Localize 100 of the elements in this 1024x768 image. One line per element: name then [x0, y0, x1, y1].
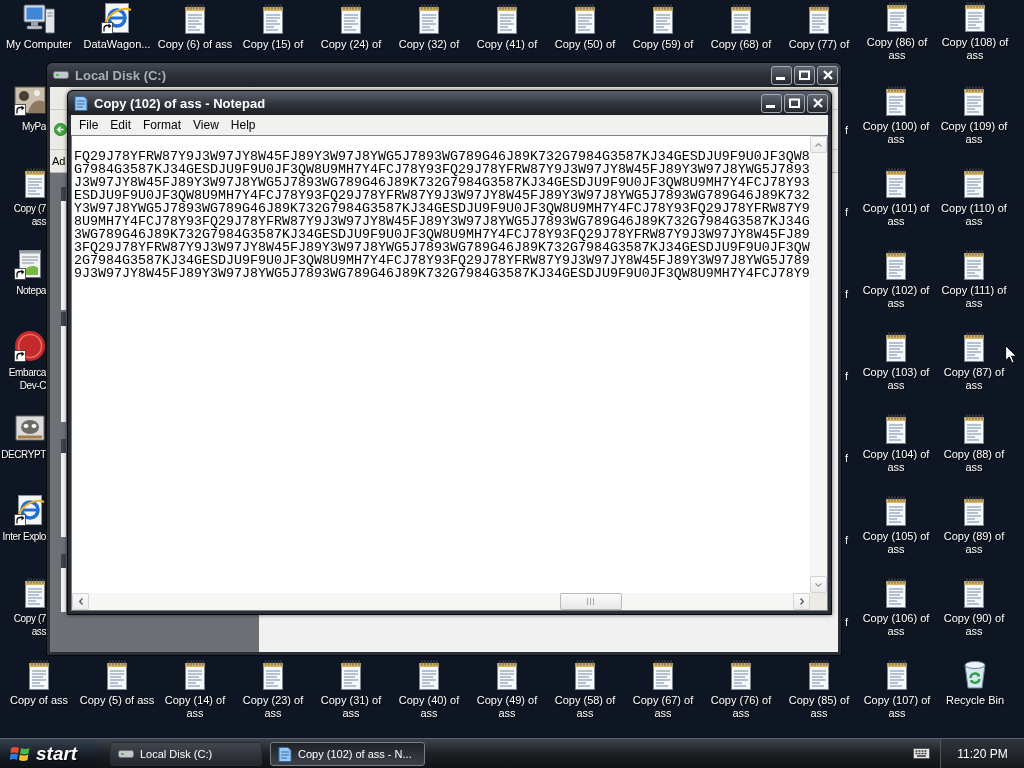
icon-label[interactable]: Copy (88) of ass [935, 448, 1013, 474]
icon-label[interactable]: My Computer [6, 38, 72, 51]
notepad-icon[interactable] [496, 660, 518, 690]
icon-label[interactable]: Copy (5) of ass [79, 694, 155, 707]
browser-icon[interactable] [14, 494, 46, 526]
notepad-icon[interactable] [652, 4, 674, 34]
scroll-right-button[interactable] [793, 593, 810, 610]
icon-label[interactable]: Copy (15) of [242, 38, 304, 51]
notepad-icon[interactable] [885, 332, 907, 362]
scrollbar-thumb[interactable] [559, 593, 622, 610]
icon-label[interactable]: f [845, 288, 849, 300]
maximize-button[interactable] [794, 65, 815, 85]
icon-label[interactable]: Copy (76) of ass [702, 694, 780, 720]
close-button[interactable] [807, 93, 828, 113]
taskbar-button[interactable]: Copy (102) of ass - N... [270, 741, 425, 766]
icon-label[interactable]: Copy (89) of ass [935, 530, 1013, 556]
icon-label[interactable]: f [845, 616, 849, 628]
icon-label[interactable]: Copy (104) of ass [857, 448, 935, 474]
icon-label[interactable]: Copy (31) of ass [312, 694, 390, 720]
notepad-icon[interactable] [24, 168, 46, 198]
notepad-icon[interactable] [885, 250, 907, 280]
icon-label[interactable]: Copy (103) of ass [857, 366, 935, 392]
icon-label[interactable]: Copy of ass [9, 694, 69, 707]
icon-label[interactable]: Copy (59) of [632, 38, 694, 51]
icon-label[interactable]: Inter Explo [2, 530, 46, 543]
icon-label[interactable]: Copy (111) of ass [935, 284, 1013, 310]
icon-label[interactable]: Copy (107) of ass [858, 694, 936, 720]
icon-label[interactable]: Copy (41) of [476, 38, 538, 51]
notepad-icon[interactable] [885, 578, 907, 608]
icon-label[interactable]: Copy (106) of ass [857, 612, 935, 638]
close-button[interactable] [817, 65, 838, 85]
menu-item[interactable]: Edit [104, 118, 138, 132]
notepad-icon[interactable] [963, 332, 985, 362]
notepad-icon[interactable] [184, 660, 206, 690]
notepad-icon[interactable] [808, 660, 830, 690]
notepad-icon[interactable] [963, 250, 985, 280]
icon-label[interactable]: Copy (105) of ass [857, 530, 935, 556]
icon-label[interactable]: Copy (6) of ass [157, 38, 233, 51]
icon-label[interactable]: Copy (23) of ass [234, 694, 312, 720]
icon-label[interactable]: Copy (90) of ass [935, 612, 1013, 638]
taskbar-button[interactable]: Local Disk (C:) [110, 741, 262, 766]
icon-label[interactable]: Copy (50) of [554, 38, 616, 51]
icon-label[interactable]: Copy (49) of ass [468, 694, 546, 720]
icon-label[interactable]: Copy (110) of ass [935, 202, 1013, 228]
notepad-icon[interactable] [885, 168, 907, 198]
icon-label[interactable]: Copy (24) of [320, 38, 382, 51]
notepad-icon[interactable] [106, 660, 128, 690]
notepad-icon[interactable] [418, 4, 440, 34]
icon-label[interactable]: Copy (7 ass [0, 202, 46, 228]
image-icon[interactable] [14, 412, 46, 444]
icon-label[interactable]: Copy (102) of ass [857, 284, 935, 310]
icon-label[interactable]: Copy (87) of ass [935, 366, 1013, 392]
notepad-icon[interactable] [886, 2, 908, 32]
icon-label[interactable]: f [845, 370, 849, 382]
icon-label[interactable]: Copy (101) of ass [857, 202, 935, 228]
icon-label[interactable]: Copy (58) of ass [546, 694, 624, 720]
back-icon[interactable] [54, 123, 67, 136]
notepad-icon[interactable] [262, 660, 284, 690]
maximize-button[interactable] [784, 93, 805, 113]
notepad-icon[interactable] [885, 414, 907, 444]
keyboard-icon[interactable] [912, 748, 930, 759]
notepad-icon[interactable] [885, 496, 907, 526]
minimize-button[interactable] [771, 65, 792, 85]
icon-label[interactable]: Copy (100) of ass [857, 120, 935, 146]
icon-label[interactable]: f [845, 452, 849, 464]
notepad-icon[interactable] [885, 86, 907, 116]
notepad-icon[interactable] [963, 578, 985, 608]
notepad-icon[interactable] [184, 4, 206, 34]
icon-label[interactable]: DECRYPT [1, 448, 46, 461]
icon-label[interactable]: Copy (67) of ass [624, 694, 702, 720]
notepad-icon[interactable] [963, 168, 985, 198]
icon-label[interactable]: Embarca Dev-C [0, 366, 46, 392]
notepad-icon[interactable] [730, 660, 752, 690]
icon-label[interactable]: Copy (40) of ass [390, 694, 468, 720]
icon-label[interactable]: Copy (32) of [398, 38, 460, 51]
icon-label[interactable]: Copy (85) of ass [780, 694, 858, 720]
notepad-icon[interactable] [963, 86, 985, 116]
notepad-icon[interactable] [28, 660, 50, 690]
icon-label[interactable]: Copy (108) of ass [936, 36, 1014, 62]
notepad-icon[interactable] [496, 4, 518, 34]
menu-item[interactable]: Format [137, 118, 188, 132]
icon-label[interactable]: Recycle Bin [945, 694, 1005, 707]
menu-item[interactable]: View [187, 118, 225, 132]
menu-item[interactable]: File [73, 118, 105, 132]
icon-label[interactable]: Copy (68) of [710, 38, 772, 51]
notepad-icon[interactable] [808, 4, 830, 34]
notepad-icon[interactable] [730, 4, 752, 34]
start-button[interactable]: start [0, 739, 100, 768]
notepad-icon[interactable] [652, 660, 674, 690]
notepad-icon[interactable] [886, 660, 908, 690]
notepad-icon[interactable] [340, 660, 362, 690]
scroll-left-button[interactable] [72, 593, 89, 610]
minimize-button[interactable] [761, 93, 782, 113]
icon-label[interactable]: DataWagon... [83, 38, 151, 51]
notepad-icon[interactable] [963, 496, 985, 526]
menu-item[interactable]: Help [224, 118, 262, 132]
icon-label[interactable]: f [845, 124, 849, 136]
disc-icon[interactable] [14, 330, 46, 362]
icon-label[interactable]: Copy (86) of ass [858, 36, 936, 62]
notepad-icon[interactable] [574, 660, 596, 690]
